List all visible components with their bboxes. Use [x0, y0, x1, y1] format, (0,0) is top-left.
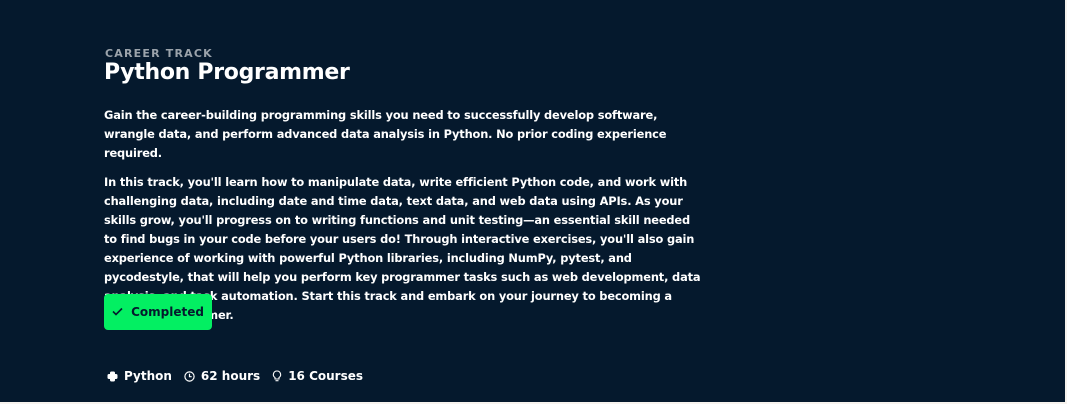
- track-hero: CAREER TRACK Python Programmer Gain the …: [0, 0, 1065, 402]
- page-title: Python Programmer: [104, 60, 350, 85]
- track-meta: Python 62 hours 16 Courses: [107, 369, 375, 383]
- meta-technology: Python: [107, 369, 172, 383]
- description-summary: Gain the career-building programming ski…: [104, 108, 667, 160]
- lightbulb-icon: [272, 370, 282, 382]
- completed-button[interactable]: Completed: [104, 294, 212, 330]
- clock-icon: [184, 370, 195, 382]
- technology-label: Python: [124, 369, 172, 383]
- duration-label: 62 hours: [200, 369, 261, 383]
- completed-label: Completed: [131, 305, 204, 319]
- python-icon: [107, 371, 118, 382]
- track-type-label: CAREER TRACK: [105, 47, 213, 60]
- courses-label: 16 Courses: [288, 369, 363, 383]
- meta-duration: 62 hours: [184, 369, 260, 383]
- meta-courses: 16 Courses: [272, 369, 363, 383]
- check-icon: [112, 305, 123, 319]
